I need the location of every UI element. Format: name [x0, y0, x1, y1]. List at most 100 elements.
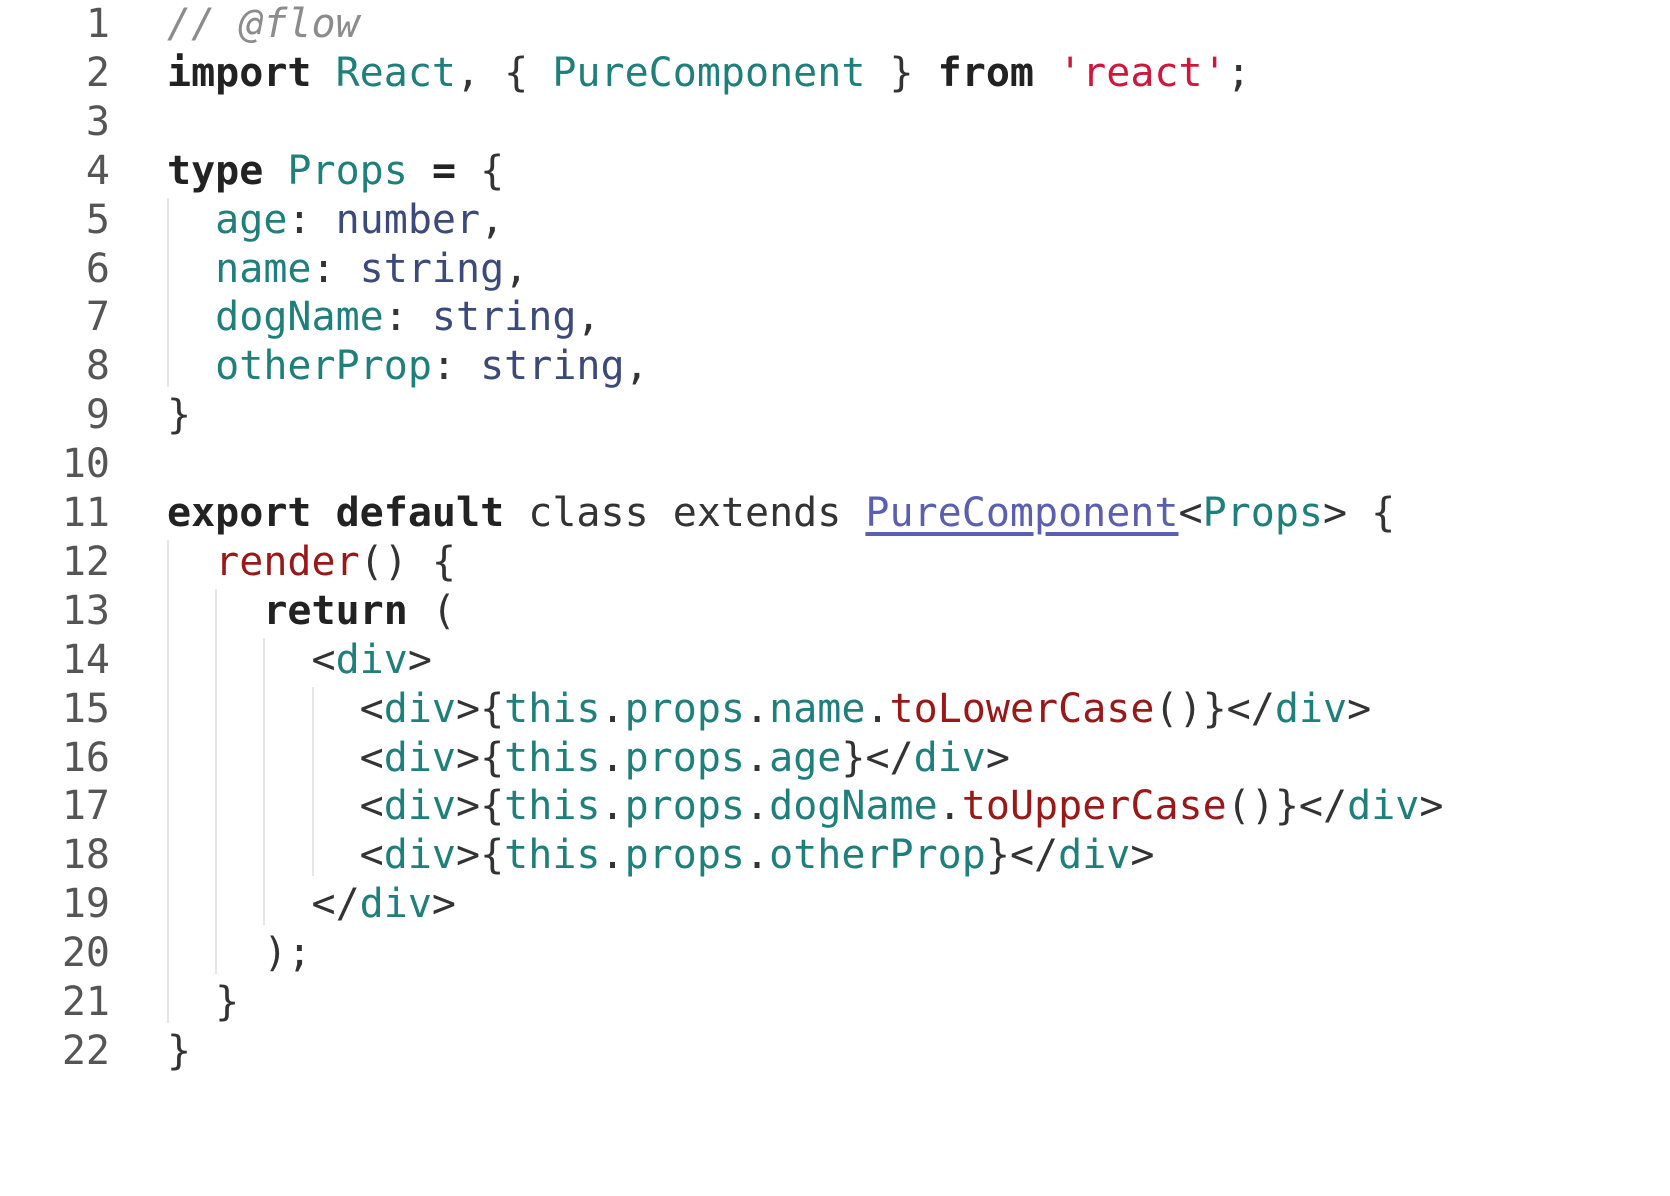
line-code: <div>{this.props.age}</div>	[167, 732, 1010, 785]
code-token: <	[359, 783, 384, 830]
code-token: age	[769, 734, 842, 781]
code-token: }</	[985, 832, 1059, 879]
code-token: this	[504, 832, 601, 879]
code-token: ,	[504, 245, 529, 292]
code-token: <	[359, 832, 384, 879]
code-token: :	[287, 196, 336, 243]
code-token: > {	[1323, 490, 1396, 536]
code-token: <	[1178, 490, 1203, 536]
code-token: PureComponent	[552, 49, 866, 96]
code-token: div	[383, 783, 456, 830]
line-number: 21	[61, 979, 110, 1025]
code-token: this	[504, 783, 601, 830]
line-number: 12	[61, 538, 110, 585]
line-code: // @flow	[167, 0, 360, 51]
line-number: 1	[85, 1, 110, 47]
line-number: 19	[61, 881, 110, 928]
code-token: div	[335, 636, 408, 683]
code-line: 8 otherProp: string,	[0, 340, 1670, 393]
code-token: React	[335, 49, 457, 96]
code-line: 5 age: number,	[0, 194, 1670, 247]
code-token: Props	[287, 147, 408, 194]
line-number: 17	[61, 783, 110, 830]
line-number: 16	[61, 734, 110, 781]
code-token: .	[745, 685, 770, 732]
code-token: }	[865, 49, 938, 96]
code-token: >	[985, 734, 1010, 781]
line-number: 4	[85, 147, 110, 194]
line-number: 15	[61, 685, 110, 732]
code-line: 20 );	[0, 927, 1670, 980]
code-token: toLowerCase	[889, 685, 1155, 732]
code-token: .	[600, 832, 625, 879]
line-code: age: number,	[167, 194, 504, 247]
line-code: }	[167, 1025, 191, 1078]
code-token: type	[167, 147, 264, 194]
code-token: :	[311, 245, 360, 292]
line-code: );	[167, 927, 311, 980]
line-code: <div>{this.props.name.toLowerCase()}</di…	[167, 683, 1372, 736]
code-line: 21 }	[0, 976, 1670, 1029]
code-token: >	[1130, 832, 1155, 879]
code-token: .	[745, 734, 770, 781]
code-token: string	[480, 343, 625, 390]
code-token: </	[311, 881, 360, 928]
line-code: }	[167, 389, 191, 442]
code-token: >{	[456, 832, 505, 879]
code-token: .	[745, 783, 770, 830]
code-line: 16 <div>{this.props.age}</div>	[0, 732, 1670, 785]
code-token: name	[215, 245, 312, 292]
code-token: props	[624, 734, 746, 781]
code-token: otherProp	[769, 832, 986, 879]
code-line: 1 // @flow	[0, 0, 1670, 51]
code-token: string	[359, 245, 505, 292]
line-number: 20	[61, 930, 110, 977]
code-token: (	[407, 587, 456, 634]
code-line: 14 <div>	[0, 634, 1670, 687]
code-token: div	[383, 832, 456, 879]
code-token: dogName	[215, 294, 384, 341]
line-number: 8	[85, 343, 110, 390]
code-line: 18 <div>{this.props.otherProp}</div>	[0, 829, 1670, 882]
code-token: export	[167, 490, 312, 536]
code-token: 'react'	[1058, 49, 1227, 96]
code-line: 22}	[0, 1025, 1670, 1078]
code-token: >	[1347, 685, 1372, 732]
code-token: this	[504, 734, 601, 781]
code-link[interactable]: PureComponent	[865, 490, 1178, 536]
code-token: >	[407, 636, 432, 683]
code-token: , {	[456, 49, 553, 96]
code-token: // @flow	[167, 1, 360, 47]
line-code: dogName: string,	[167, 291, 600, 344]
line-number: 9	[85, 392, 110, 439]
code-token: dogName	[769, 783, 938, 830]
code-token: import	[167, 49, 312, 96]
line-number: 13	[61, 587, 110, 634]
indent-guide	[167, 539, 169, 1023]
code-token: div	[1347, 783, 1420, 830]
code-line: 11 export default class extends PureCompo…	[0, 487, 1670, 540]
code-token: {	[456, 147, 505, 194]
code-line: 17 <div>{this.props.dogName.toUpperCase(…	[0, 780, 1670, 833]
line-code: <div>{this.props.dogName.toUpperCase()}<…	[167, 780, 1444, 833]
line-number: 6	[85, 245, 110, 292]
line-number: 14	[61, 636, 110, 683]
line-code: type Props = {	[167, 145, 504, 198]
code-editor[interactable]: 1 // @flow 2 import React, { PureComponent …	[0, 0, 1670, 1196]
indent-guide	[167, 197, 169, 388]
code-token: ;	[1226, 49, 1251, 96]
code-token: props	[624, 685, 746, 732]
code-line: 2 import React, { PureComponent } from 'r…	[0, 47, 1670, 100]
code-token: return	[263, 587, 408, 634]
line-number: 3	[85, 98, 110, 145]
code-token: div	[359, 881, 432, 928]
code-token: Props	[1202, 490, 1323, 536]
line-code: render() {	[167, 536, 456, 589]
